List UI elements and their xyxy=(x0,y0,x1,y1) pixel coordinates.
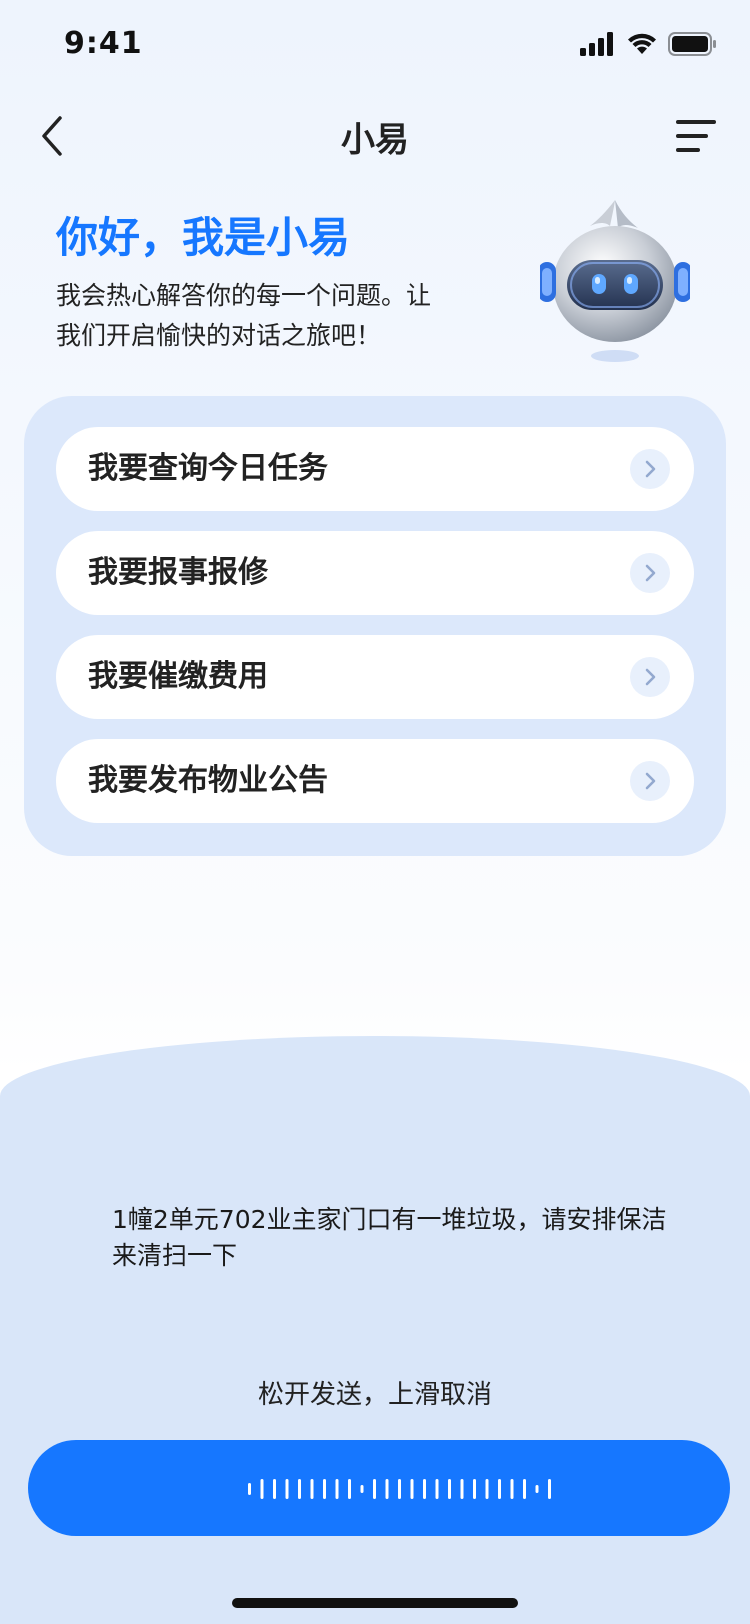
waveform-bar xyxy=(510,1479,514,1499)
quick-action-publish-notice[interactable]: 我要发布物业公告 xyxy=(56,739,694,823)
waveform-bar xyxy=(273,1479,276,1499)
waveform-bar xyxy=(423,1479,426,1499)
greeting: 你好，我是小易 我会热心解答你的每一个问题。让 我们开启愉快的对话之旅吧！ xyxy=(56,210,496,356)
waveform-bar xyxy=(385,1479,389,1499)
waveform-bar xyxy=(323,1479,326,1499)
robot-avatar-icon xyxy=(538,200,692,362)
waveform-bar xyxy=(498,1479,501,1499)
waveform-bar xyxy=(460,1479,464,1499)
waveform-bar xyxy=(398,1479,401,1499)
chevron-right-icon xyxy=(630,761,670,801)
waveform-bar xyxy=(485,1479,489,1499)
greeting-subtitle-line: 我们开启愉快的对话之旅吧！ xyxy=(56,321,382,350)
wifi-icon xyxy=(628,33,656,54)
robot-mascot xyxy=(538,196,692,366)
nav-bar: 小易 xyxy=(0,92,750,180)
quick-action-label: 我要催缴费用 xyxy=(88,659,268,694)
waveform-bar xyxy=(285,1479,289,1499)
quick-actions-panel: 我要查询今日任务 我要报事报修 我要催缴费用 我要发布物业公告 xyxy=(24,396,726,856)
hold-to-talk-button[interactable] xyxy=(28,1440,730,1536)
waveform-bar xyxy=(248,1483,251,1495)
voice-transcript: 1幢2单元702业主家门口有一堆垃圾，请安排保洁来清扫一下 xyxy=(112,1205,667,1270)
waveform-bar xyxy=(360,1485,364,1493)
quick-action-label: 我要发布物业公告 xyxy=(88,763,328,798)
waveform-bar xyxy=(335,1479,339,1499)
quick-action-repair-report[interactable]: 我要报事报修 xyxy=(56,531,694,615)
greeting-subtitle-line: 我会热心解答你的每一个问题。让 xyxy=(56,281,432,310)
menu-lines-icon xyxy=(676,120,716,152)
waveform-bar xyxy=(348,1479,351,1499)
waveform-bar xyxy=(448,1479,451,1499)
waveform-bar xyxy=(435,1479,439,1499)
page-title: 小易 xyxy=(341,120,409,160)
waveform-bar xyxy=(298,1479,301,1499)
waveform-bar xyxy=(548,1479,551,1499)
voice-hint: 松开发送，上滑取消 xyxy=(257,1380,492,1410)
menu-button[interactable] xyxy=(672,114,720,158)
greeting-title: 你好，我是小易 xyxy=(56,213,351,262)
waveform-icon xyxy=(248,1479,551,1499)
waveform-bar xyxy=(473,1479,476,1499)
quick-action-query-tasks[interactable]: 我要查询今日任务 xyxy=(56,427,694,511)
chevron-right-icon xyxy=(630,553,670,593)
cellular-signal-icon xyxy=(580,32,613,56)
waveform-bar xyxy=(535,1485,539,1493)
quick-action-fee-reminder[interactable]: 我要催缴费用 xyxy=(56,635,694,719)
waveform-bar xyxy=(373,1479,376,1499)
chevron-right-icon xyxy=(630,449,670,489)
home-indicator xyxy=(232,1598,518,1608)
chevron-right-icon xyxy=(630,657,670,697)
waveform-bar xyxy=(260,1479,264,1499)
status-icons xyxy=(580,32,716,56)
quick-action-label: 我要查询今日任务 xyxy=(88,451,328,486)
greeting-subtitle: 我会热心解答你的每一个问题。让 我们开启愉快的对话之旅吧！ xyxy=(56,276,496,356)
status-time: 9:41 xyxy=(64,26,143,61)
waveform-bar xyxy=(410,1479,414,1499)
waveform-bar xyxy=(310,1479,314,1499)
waveform-bar xyxy=(523,1479,526,1499)
quick-action-label: 我要报事报修 xyxy=(88,555,268,590)
battery-icon xyxy=(668,32,716,56)
status-bar: 9:41 xyxy=(0,0,750,92)
